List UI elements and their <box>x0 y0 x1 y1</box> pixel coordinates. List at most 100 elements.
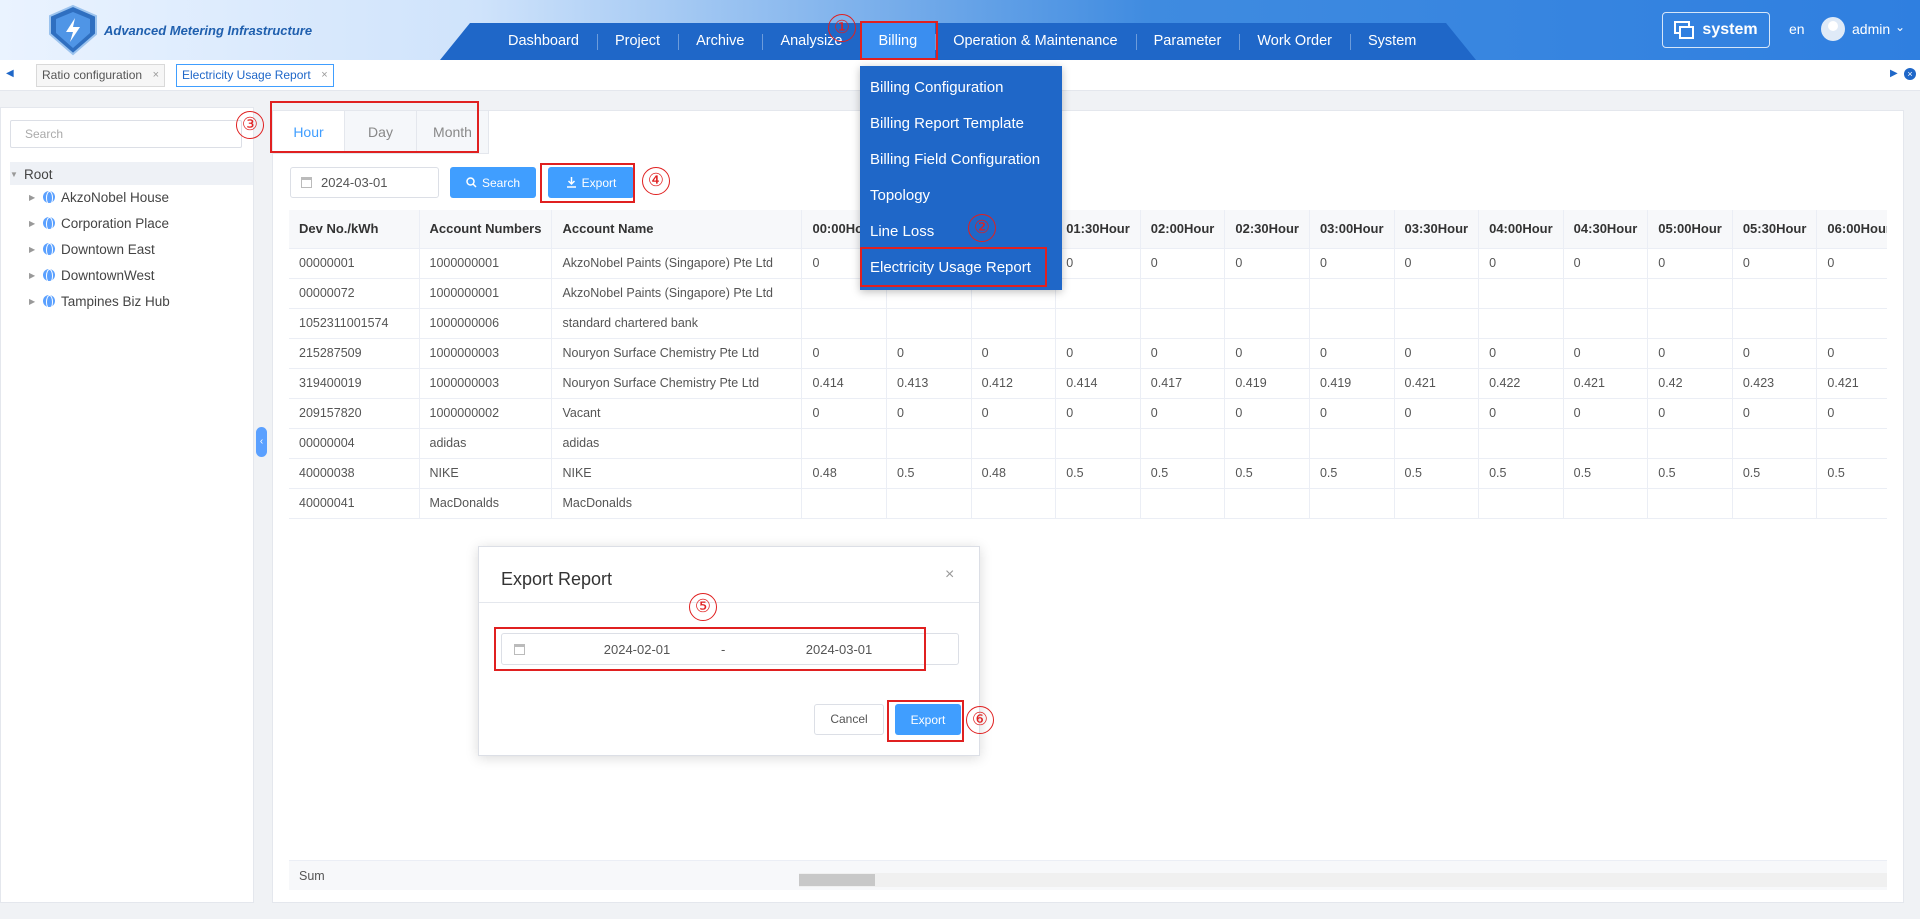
table-row[interactable]: 1052311001574 1000000006 standard chartere… <box>289 308 1887 339</box>
table-cell: 215287509 <box>289 338 420 369</box>
globe-icon <box>43 217 55 231</box>
scroll-right-icon[interactable]: ▶ <box>1890 68 1898 79</box>
table-cell: 1000000006 <box>419 308 553 339</box>
close-icon[interactable]: × <box>945 566 954 584</box>
table-cell <box>1816 308 1887 339</box>
table-cell: 0 <box>1816 338 1887 369</box>
menu-item-billing-field-configuration[interactable]: Billing Field Configuration <box>860 142 1062 178</box>
nav-archive[interactable]: Archive <box>678 23 762 60</box>
table-row[interactable]: 215287509 1000000003 Nouryon Surface Chemi… <box>289 338 1887 369</box>
table-row[interactable]: 40000041 MacDonalds MacDonalds <box>289 488 1887 519</box>
app-header: Advanced Metering Infrastructure Dashboa… <box>0 0 1920 60</box>
table-cell <box>1224 428 1310 459</box>
table-cell: 0.421 <box>1563 368 1649 399</box>
table-row[interactable]: 00000001 1000000001 AkzoNobel Paints (Sing… <box>289 248 1887 279</box>
caret-right-icon[interactable]: ▶ <box>29 297 43 306</box>
user-name[interactable]: admin <box>1852 21 1890 37</box>
table-cell <box>1140 278 1226 309</box>
nav-system[interactable]: System <box>1350 23 1434 60</box>
annotation-box-dialog-export <box>887 700 964 742</box>
table-cell: 0.419 <box>1224 368 1310 399</box>
table-cell: 0.414 <box>1055 368 1141 399</box>
scroll-left-icon[interactable]: ◀ <box>6 68 14 79</box>
caret-right-icon[interactable]: ▶ <box>29 219 43 228</box>
table-cell <box>1563 428 1649 459</box>
caret-down-icon[interactable]: ▼ <box>10 170 24 179</box>
table-cell <box>1309 488 1395 519</box>
table-row[interactable]: 2091578201000000002Vacant00000000000000 <box>289 398 1887 429</box>
app-title: Advanced Metering Infrastructure <box>104 23 313 38</box>
caret-right-icon[interactable]: ▶ <box>29 193 43 202</box>
nav-parameter[interactable]: Parameter <box>1135 23 1240 60</box>
scrollbar-thumb[interactable] <box>799 874 875 886</box>
caret-right-icon[interactable]: ▶ <box>29 245 43 254</box>
menu-item-billing-configuration[interactable]: Billing Configuration <box>860 70 1062 106</box>
table-row[interactable]: 00000072 1000000001 AkzoNobel Paints (Sing… <box>289 278 1887 309</box>
search-button[interactable]: Search <box>450 167 536 198</box>
table-cell: 0.5 <box>1394 458 1480 489</box>
close-all-tabs-icon[interactable]: × <box>1904 68 1916 80</box>
table-cell: 0 <box>1140 338 1226 369</box>
page-tab-label: Ratio configuration <box>42 68 143 82</box>
tree-item-corporation-place[interactable]: ▶ Corporation Place <box>29 212 169 234</box>
page-tab-electricity-usage-report[interactable]: Electricity Usage Report × <box>176 64 334 87</box>
table-cell <box>1140 488 1226 519</box>
menu-item-line-loss[interactable]: Line Loss <box>860 214 1062 250</box>
table-cell: 00000072 <box>289 278 420 309</box>
close-icon[interactable]: × <box>153 65 159 86</box>
collapse-sidebar-handle[interactable]: ‹ <box>256 427 267 457</box>
nav-project[interactable]: Project <box>596 23 678 60</box>
date-picker-input[interactable]: 2024-03-01 <box>290 167 439 198</box>
tree-item-downtownwest[interactable]: ▶ DowntownWest <box>29 264 155 286</box>
system-switch-button[interactable]: system <box>1662 12 1770 48</box>
nav-dashboard[interactable]: Dashboard <box>490 23 597 60</box>
table-cell <box>1816 488 1887 519</box>
table-cell: 0.48 <box>971 458 1057 489</box>
table-cell: 0 <box>1394 248 1480 279</box>
table-cell <box>1732 428 1818 459</box>
main-nav: Dashboard Project Archive Analysize Bill… <box>490 23 1434 60</box>
table-row[interactable]: 319400019 1000000003 Nouryon Surface Chemi… <box>289 368 1887 399</box>
table-cell <box>1309 428 1395 459</box>
tree-search-input[interactable] <box>10 120 242 148</box>
table-cell <box>801 308 888 339</box>
tree-item-downtown-east[interactable]: ▶ Downtown East <box>29 238 155 260</box>
table-cell: 0 <box>801 398 888 429</box>
table-cell: 0 <box>1140 248 1226 279</box>
table-cell <box>1563 308 1649 339</box>
tree-item-label: Root <box>24 166 53 182</box>
table-cell: 1000000001 <box>419 248 553 279</box>
close-icon[interactable]: × <box>321 65 327 86</box>
table-cell: 0 <box>1563 398 1649 429</box>
tree-item-tampines-biz-hub[interactable]: ▶ Tampines Biz Hub <box>29 290 170 312</box>
menu-item-billing-report-template[interactable]: Billing Report Template <box>860 106 1062 142</box>
tree-item-akzonobel-house[interactable]: ▶ AkzoNobel House <box>29 186 169 208</box>
language-selector[interactable]: en <box>1789 21 1805 37</box>
table-cell <box>1224 488 1310 519</box>
table-row[interactable]: 40000038 NIKE NIKE 0.48 0.5 0.48 0.5 0.5 0.5 0.5 0… <box>289 458 1887 489</box>
table-cell <box>1394 428 1480 459</box>
cancel-button[interactable]: Cancel <box>814 704 884 735</box>
annotation-number-6: ⑥ <box>966 706 994 734</box>
table-cell: 0 <box>1647 248 1733 279</box>
nav-operation-maintenance[interactable]: Operation & Maintenance <box>935 23 1135 60</box>
menu-item-topology[interactable]: Topology <box>860 178 1062 214</box>
table-row[interactable]: 00000004 adidas adidas <box>289 428 1887 459</box>
table-cell <box>1055 428 1141 459</box>
nav-work-order[interactable]: Work Order <box>1239 23 1350 60</box>
table-cell <box>1478 278 1564 309</box>
chevron-down-icon[interactable]: ⌄ <box>1895 20 1905 34</box>
page-tab-ratio-configuration[interactable]: Ratio configuration × <box>36 64 166 87</box>
caret-right-icon[interactable]: ▶ <box>29 271 43 280</box>
table-cell: NIKE <box>419 458 553 489</box>
table-cell: 0.5 <box>1816 458 1887 489</box>
horizontal-scrollbar[interactable] <box>799 873 1887 887</box>
table-cell: 0 <box>801 338 888 369</box>
tree-item-root[interactable]: ▼ Root <box>10 163 53 185</box>
annotation-number-1: ① <box>828 14 856 42</box>
table-cell: 0 <box>1055 338 1141 369</box>
table-cell: 1052311001574 <box>289 308 420 339</box>
avatar[interactable] <box>1821 17 1845 41</box>
table-cell <box>1647 278 1733 309</box>
table-cell: 0 <box>1140 398 1226 429</box>
